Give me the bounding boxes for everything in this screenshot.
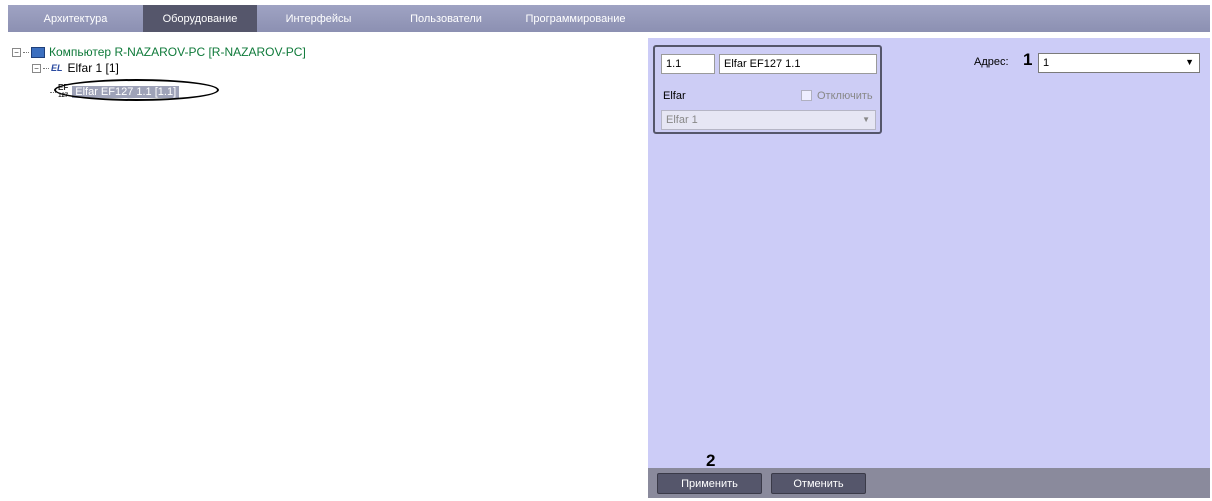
- tree-connector: [50, 91, 56, 93]
- elfar-controller-icon: EL: [51, 63, 63, 73]
- tab-users[interactable]: Пользователи: [380, 5, 512, 32]
- device-object-box: 1.1 Elfar EF127 1.1 Elfar Отключить Elfa…: [653, 45, 882, 134]
- tree-node-label: Компьютер R-NAZAROV-PC [R-NAZAROV-PC]: [49, 45, 306, 59]
- tab-interfaces[interactable]: Интерфейсы: [257, 5, 380, 32]
- reader-icon-text: EF: [58, 83, 69, 92]
- settings-panel: 1.1 Elfar EF127 1.1 Elfar Отключить Elfa…: [648, 38, 1210, 498]
- disable-label: Отключить: [817, 90, 873, 102]
- disable-checkbox[interactable]: [801, 90, 812, 101]
- device-type-label: Elfar: [663, 90, 686, 102]
- parent-device-select[interactable]: Elfar 1 ▼: [661, 110, 876, 130]
- collapse-icon[interactable]: −: [12, 47, 21, 57]
- bottom-button-bar: Применить Отменить: [648, 468, 1210, 498]
- tab-architecture[interactable]: Архитектура: [8, 5, 143, 32]
- address-label: Адрес:: [974, 56, 1009, 68]
- apply-button[interactable]: Применить: [657, 473, 762, 494]
- parent-device-value: Elfar 1: [666, 114, 698, 126]
- tree-connector: [23, 51, 29, 53]
- reader-icon: EF 127: [58, 84, 68, 100]
- device-name-field[interactable]: Elfar EF127 1.1: [719, 54, 877, 74]
- collapse-icon[interactable]: −: [32, 63, 41, 73]
- address-select[interactable]: 1 ▼: [1038, 53, 1200, 73]
- reader-icon-number: 127: [58, 93, 69, 99]
- tree-node-elfar[interactable]: − EL Elfar 1 [1]: [32, 61, 119, 75]
- chevron-down-icon: ▼: [862, 115, 870, 124]
- chevron-down-icon: ▼: [1185, 57, 1194, 67]
- hardware-tree: − Компьютер R-NAZAROV-PC [R-NAZAROV-PC] …: [8, 38, 644, 498]
- device-id-field[interactable]: 1.1: [661, 54, 715, 74]
- annotation-marker-1: 1: [1023, 50, 1033, 69]
- tree-node-reader[interactable]: EF 127 Elfar EF127 1.1 [1.1]: [50, 84, 180, 100]
- computer-icon: [31, 46, 45, 58]
- tree-node-label: Elfar 1 [1]: [67, 61, 119, 75]
- tree-node-label-selected: Elfar EF127 1.1 [1.1]: [72, 86, 180, 98]
- cancel-button[interactable]: Отменить: [771, 473, 866, 494]
- tree-connector: [43, 67, 49, 69]
- tab-programming[interactable]: Программирование: [512, 5, 639, 32]
- address-value: 1: [1043, 57, 1050, 69]
- tab-equipment[interactable]: Оборудование: [143, 5, 257, 32]
- tree-node-computer[interactable]: − Компьютер R-NAZAROV-PC [R-NAZAROV-PC]: [12, 45, 306, 59]
- main-tab-bar: Архитектура Оборудование Интерфейсы Поль…: [8, 5, 1210, 32]
